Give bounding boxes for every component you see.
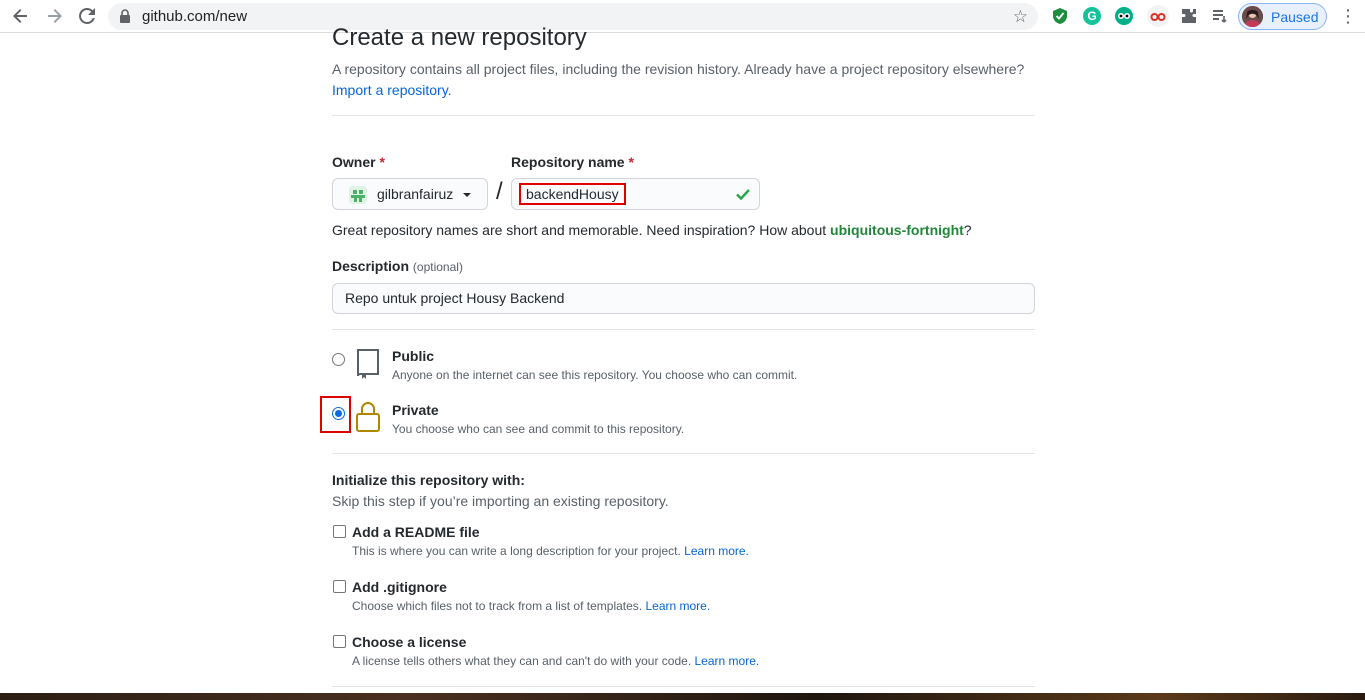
- description-input[interactable]: Repo untuk project Housy Backend: [332, 283, 1035, 314]
- profile-chip[interactable]: Paused: [1238, 3, 1327, 30]
- private-option-title: Private: [392, 402, 439, 418]
- reload-icon[interactable]: [74, 4, 100, 28]
- desktop-background-strip: [0, 693, 1365, 700]
- name-suggestion-hint: Great repository names are short and mem…: [332, 222, 972, 238]
- avatar: [1242, 6, 1263, 27]
- puzzle-extensions-icon[interactable]: [1180, 7, 1198, 25]
- repository-name-input[interactable]: backendHousy: [511, 178, 760, 210]
- url-text: github.com/new: [142, 8, 248, 25]
- gitignore-option-note: Choose which files not to track from a l…: [352, 599, 711, 613]
- description-label: Description (optional): [332, 258, 463, 274]
- page-subtitle: A repository contains all project files,…: [332, 59, 1035, 101]
- suggested-name-link[interactable]: ubiquitous-fortnight: [830, 222, 964, 238]
- caret-down-icon: [463, 193, 471, 197]
- back-arrow-icon[interactable]: [8, 4, 34, 28]
- readme-learn-more-link[interactable]: Learn more.: [684, 544, 749, 558]
- lock-icon: [354, 401, 382, 438]
- gitignore-checkbox[interactable]: [333, 580, 346, 593]
- license-checkbox[interactable]: [333, 635, 346, 648]
- section-divider: [332, 686, 1035, 687]
- required-mark: *: [628, 154, 634, 170]
- chrome-menu-icon[interactable]: ⋮: [1339, 6, 1357, 27]
- glasses-extension-icon[interactable]: [1147, 5, 1169, 27]
- repo-book-icon: [354, 348, 382, 385]
- gitignore-option-title: Add .gitignore: [352, 579, 447, 595]
- section-divider: [332, 453, 1035, 454]
- owner-dropdown[interactable]: gilbranfairuz: [332, 178, 488, 210]
- readme-option-title: Add a README file: [352, 524, 480, 540]
- page-title: Create a new repository: [332, 24, 587, 51]
- private-option-note: You choose who can see and commit to thi…: [392, 422, 685, 436]
- repository-name-value: backendHousy: [519, 183, 626, 205]
- private-radio[interactable]: [332, 407, 345, 420]
- public-option-note: Anyone on the internet can see this repo…: [392, 368, 798, 382]
- gitignore-learn-more-link[interactable]: Learn more.: [645, 599, 710, 613]
- repository-name-label: Repository name *: [511, 154, 634, 170]
- shield-extension-icon[interactable]: [1051, 7, 1069, 25]
- optional-note: (optional): [412, 260, 463, 274]
- owner-label: Owner *: [332, 154, 385, 170]
- owner-avatar: [349, 186, 367, 204]
- owner-name: gilbranfairuz: [377, 186, 454, 202]
- required-mark: *: [379, 154, 385, 170]
- browser-toolbar: github.com/new ☆ G Paused ⋮: [0, 0, 1365, 33]
- section-divider: [332, 329, 1035, 330]
- forward-arrow-icon[interactable]: [41, 4, 67, 28]
- initialize-section-note: Skip this step if you’re importing an ex…: [332, 493, 669, 509]
- public-radio[interactable]: [332, 353, 345, 366]
- owl-extension-icon[interactable]: [1115, 7, 1133, 25]
- license-option-title: Choose a license: [352, 634, 467, 650]
- bookmark-star-icon[interactable]: ☆: [1013, 7, 1028, 27]
- license-option-note: A license tells others what they can and…: [352, 654, 760, 668]
- grammarly-extension-icon[interactable]: G: [1083, 7, 1101, 25]
- license-learn-more-link[interactable]: Learn more.: [695, 654, 760, 668]
- import-repository-link[interactable]: Import a repository.: [332, 82, 452, 98]
- readme-checkbox[interactable]: [333, 525, 346, 538]
- section-divider: [332, 115, 1035, 116]
- initialize-section-title: Initialize this repository with:: [332, 472, 525, 488]
- check-icon: [735, 186, 751, 207]
- owner-repo-separator: /: [496, 178, 503, 205]
- readme-option-note: This is where you can write a long descr…: [352, 544, 749, 558]
- lock-icon: [119, 9, 131, 28]
- subtitle-text: A repository contains all project files,…: [332, 61, 1025, 77]
- public-option-title: Public: [392, 348, 435, 364]
- reading-list-icon[interactable]: [1211, 7, 1229, 25]
- profile-status-label: Paused: [1271, 9, 1319, 25]
